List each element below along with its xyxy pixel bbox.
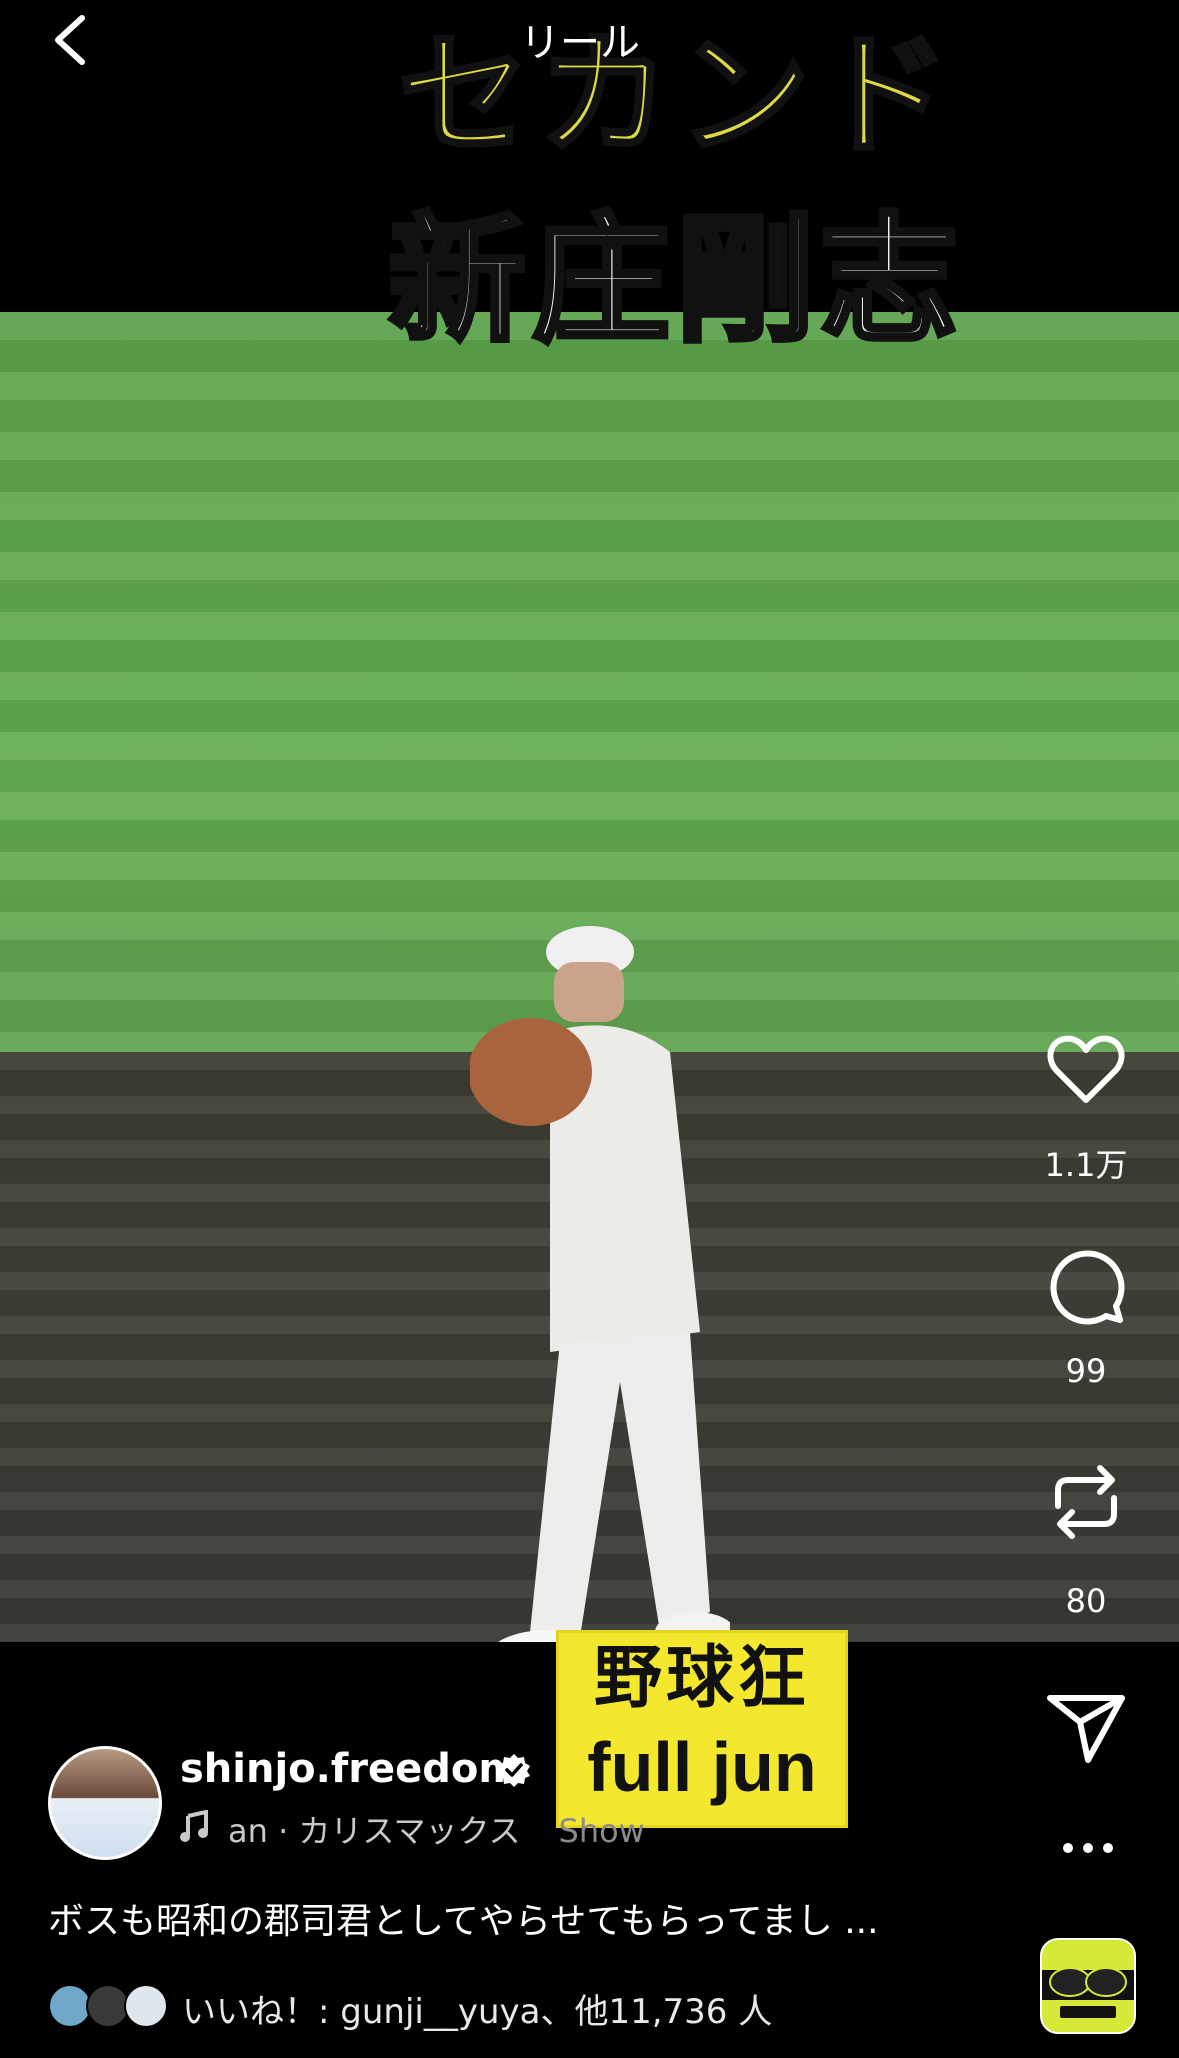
music-track-label: an · カリスマックス [228, 1812, 521, 1850]
avatar[interactable] [48, 1746, 162, 1860]
baseball-player-figure [470, 926, 730, 1642]
badge-line-2: full jun [587, 1728, 817, 1806]
verified-badge-icon [498, 1754, 530, 1787]
video-frame [0, 312, 1179, 1642]
repost-count: 80 [1065, 1582, 1107, 1620]
username[interactable]: shinjo.freedom [180, 1746, 520, 1792]
music-track-next: Show [558, 1812, 645, 1850]
comment-count: 99 [1065, 1352, 1107, 1390]
video-caption-name: 新庄剛志 [385, 200, 965, 361]
badge-line-1: 野球狂 [593, 1639, 810, 1718]
liker-avatar [124, 1984, 168, 2028]
sunglasses-icon [1042, 1967, 1134, 2018]
likes-summary[interactable]: いいね！: gunji__yuya、他11,736 人 [182, 1984, 772, 2033]
music-track[interactable]: an · カリスマックス Show [180, 1806, 645, 1852]
channel-watermark-badge: 野球狂 full jun [556, 1630, 848, 1828]
comment-icon[interactable] [1044, 1244, 1128, 1328]
audio-album-art[interactable] [1040, 1938, 1136, 2034]
music-note-icon [180, 1810, 208, 1842]
post-caption[interactable]: ボスも昭和の郡司君としてやらせてもらってまし ... [48, 1892, 879, 1944]
repost-icon[interactable] [1044, 1460, 1128, 1544]
page-title: リール [520, 20, 640, 66]
more-options-icon[interactable] [1058, 1836, 1118, 1860]
send-icon[interactable] [1044, 1684, 1128, 1768]
video-caption-top: セカンド [396, 19, 958, 173]
heart-icon[interactable] [1044, 1028, 1128, 1112]
reel-video[interactable]: セカンド 新庄剛志 野球狂 full jun [0, 0, 1179, 2058]
chevron-left-icon[interactable] [48, 14, 92, 66]
like-count: 1.1万 [1044, 1146, 1128, 1184]
